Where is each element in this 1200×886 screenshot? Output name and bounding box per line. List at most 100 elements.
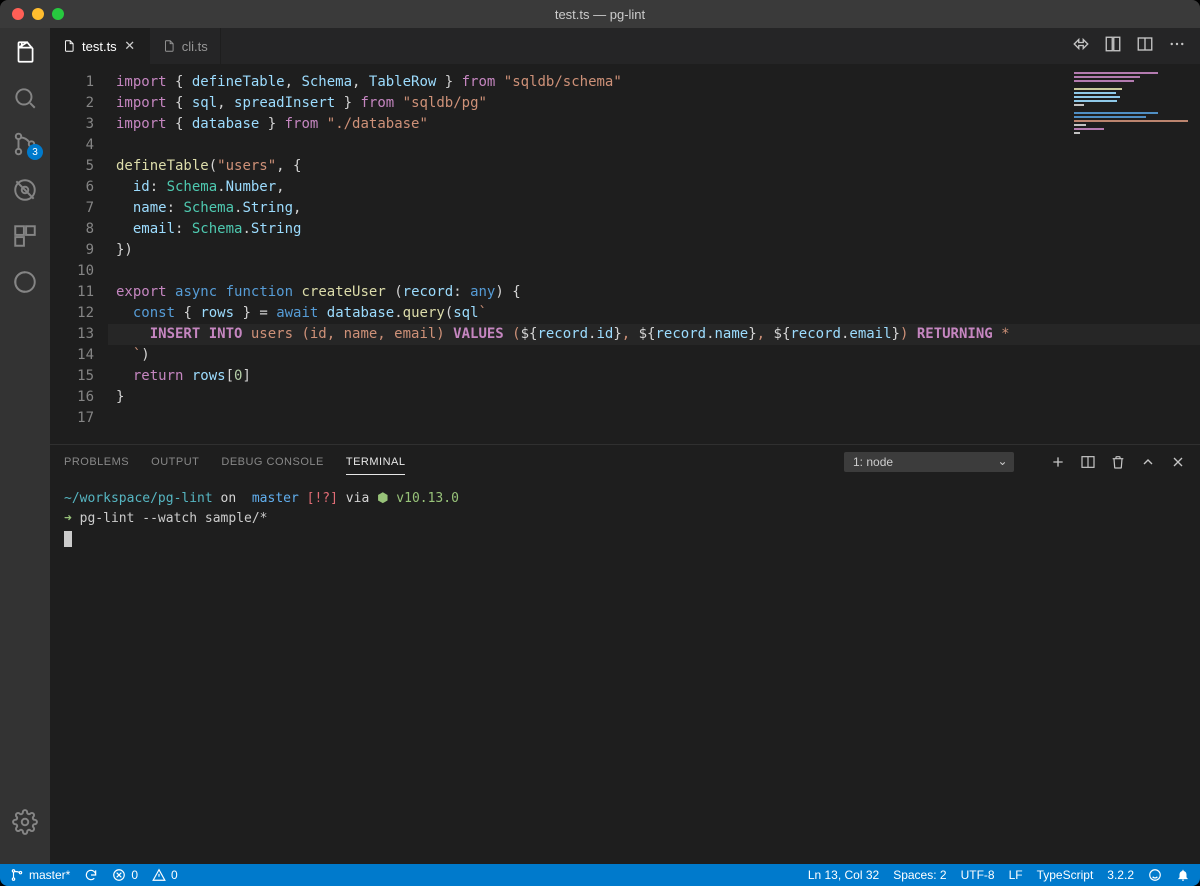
status-feedback-icon[interactable] [1148, 868, 1162, 882]
tab-test-ts[interactable]: test.ts ✕ [50, 28, 150, 64]
code-line[interactable]: import { sql, spreadInsert } from "sqldb… [108, 93, 1200, 114]
status-version[interactable]: 3.2.2 [1107, 868, 1134, 882]
code-area[interactable]: import { defineTable, Schema, TableRow }… [108, 64, 1200, 444]
minimize-window-button[interactable] [32, 8, 44, 20]
terminal-flags: [!?] [307, 491, 338, 506]
close-tab-icon[interactable]: ✕ [123, 39, 137, 53]
status-bell-icon[interactable] [1176, 868, 1190, 882]
node-version: v10.13.0 [388, 491, 458, 506]
debug-icon[interactable] [11, 176, 39, 204]
panel-tabs: PROBLEMS OUTPUT DEBUG CONSOLE TERMINAL 1… [50, 445, 1200, 479]
search-icon[interactable] [11, 84, 39, 112]
status-position[interactable]: Ln 13, Col 32 [808, 868, 879, 882]
line-number: 6 [50, 177, 94, 198]
panel: PROBLEMS OUTPUT DEBUG CONSOLE TERMINAL 1… [50, 444, 1200, 864]
kill-terminal-icon[interactable] [1110, 454, 1126, 470]
compare-changes-icon[interactable] [1072, 35, 1090, 58]
split-terminal-icon[interactable] [1080, 454, 1096, 470]
line-number: 9 [50, 240, 94, 261]
line-number: 15 [50, 366, 94, 387]
panel-tab-terminal[interactable]: TERMINAL [346, 450, 406, 475]
status-sync[interactable] [84, 868, 98, 882]
code-line[interactable] [108, 408, 1200, 429]
gutter: 1234567891011121314151617 [50, 64, 108, 444]
settings-gear-icon[interactable] [11, 808, 39, 836]
line-number: 3 [50, 114, 94, 135]
status-spaces[interactable]: Spaces: 2 [893, 868, 946, 882]
panel-tab-debug[interactable]: DEBUG CONSOLE [221, 450, 323, 474]
status-warnings[interactable]: 0 [152, 868, 178, 882]
window-controls [12, 8, 64, 20]
line-number: 10 [50, 261, 94, 282]
code-line[interactable]: import { defineTable, Schema, TableRow }… [108, 72, 1200, 93]
scm-badge: 3 [27, 144, 43, 160]
file-icon [62, 39, 76, 53]
status-language[interactable]: TypeScript [1037, 868, 1094, 882]
line-number: 17 [50, 408, 94, 429]
extensions-icon[interactable] [11, 222, 39, 250]
maximize-window-button[interactable] [52, 8, 64, 20]
line-number: 2 [50, 93, 94, 114]
code-line[interactable]: email: Schema.String [108, 219, 1200, 240]
tab-label: test.ts [82, 39, 117, 54]
code-line[interactable]: INSERT INTO users (id, name, email) VALU… [108, 324, 1200, 345]
terminal-path: ~/workspace/pg-lint [64, 491, 213, 506]
line-number: 13 [50, 324, 94, 345]
line-number: 14 [50, 345, 94, 366]
window: test.ts — pg-lint 3 [0, 0, 1200, 886]
code-line[interactable]: return rows[0] [108, 366, 1200, 387]
panel-tab-output[interactable]: OUTPUT [151, 450, 199, 474]
line-number: 4 [50, 135, 94, 156]
code-line[interactable]: } [108, 387, 1200, 408]
status-branch[interactable]: master* [10, 868, 70, 882]
more-actions-icon[interactable] [1168, 35, 1186, 58]
code-line[interactable]: import { database } from "./database" [108, 114, 1200, 135]
line-number: 12 [50, 303, 94, 324]
code-line[interactable]: id: Schema.Number, [108, 177, 1200, 198]
node-icon: ⬢ [377, 491, 388, 506]
code-line[interactable]: `) [108, 345, 1200, 366]
new-terminal-icon[interactable] [1050, 454, 1066, 470]
code-line[interactable]: }) [108, 240, 1200, 261]
terminal[interactable]: ~/workspace/pg-lint on master [!?] via ⬢… [50, 479, 1200, 864]
status-eol[interactable]: LF [1009, 868, 1023, 882]
file-icon [162, 39, 176, 53]
status-bar: master* 0 0 Ln 13, Col 32 Spaces: 2 UTF-… [0, 864, 1200, 886]
codelens-icon[interactable] [11, 268, 39, 296]
tab-cli-ts[interactable]: cli.ts [150, 28, 221, 64]
code-line[interactable]: const { rows } = await database.query(sq… [108, 303, 1200, 324]
line-number: 1 [50, 72, 94, 93]
terminal-command: pg-lint --watch sample/* [72, 511, 268, 526]
code-line[interactable]: export async function createUser (record… [108, 282, 1200, 303]
code-line[interactable]: defineTable("users", { [108, 156, 1200, 177]
line-number: 7 [50, 198, 94, 219]
source-control-icon[interactable]: 3 [11, 130, 39, 158]
line-number: 8 [50, 219, 94, 240]
prompt-icon: ➜ [64, 511, 72, 526]
terminal-cursor [64, 531, 72, 547]
line-number: 16 [50, 387, 94, 408]
editor-tabs: test.ts ✕ cli.ts [50, 28, 1200, 64]
status-errors[interactable]: 0 [112, 868, 138, 882]
main-column: test.ts ✕ cli.ts 12345678910111213141516… [50, 28, 1200, 864]
open-changes-icon[interactable] [1104, 35, 1122, 58]
code-line[interactable]: name: Schema.String, [108, 198, 1200, 219]
close-window-button[interactable] [12, 8, 24, 20]
code-line[interactable] [108, 261, 1200, 282]
line-number: 5 [50, 156, 94, 177]
minimap[interactable] [1074, 70, 1194, 130]
editor-actions [1072, 28, 1200, 64]
maximize-panel-icon[interactable] [1140, 454, 1156, 470]
terminal-branch: master [244, 491, 307, 506]
terminal-select[interactable]: 1: node [844, 452, 1014, 472]
split-editor-icon[interactable] [1136, 35, 1154, 58]
explorer-icon[interactable] [11, 38, 39, 66]
tab-label: cli.ts [182, 39, 208, 54]
close-panel-icon[interactable] [1170, 454, 1186, 470]
editor[interactable]: 1234567891011121314151617 import { defin… [50, 64, 1200, 444]
line-number: 11 [50, 282, 94, 303]
status-encoding[interactable]: UTF-8 [961, 868, 995, 882]
code-line[interactable] [108, 135, 1200, 156]
panel-tab-problems[interactable]: PROBLEMS [64, 450, 129, 474]
activity-bar: 3 [0, 28, 50, 864]
